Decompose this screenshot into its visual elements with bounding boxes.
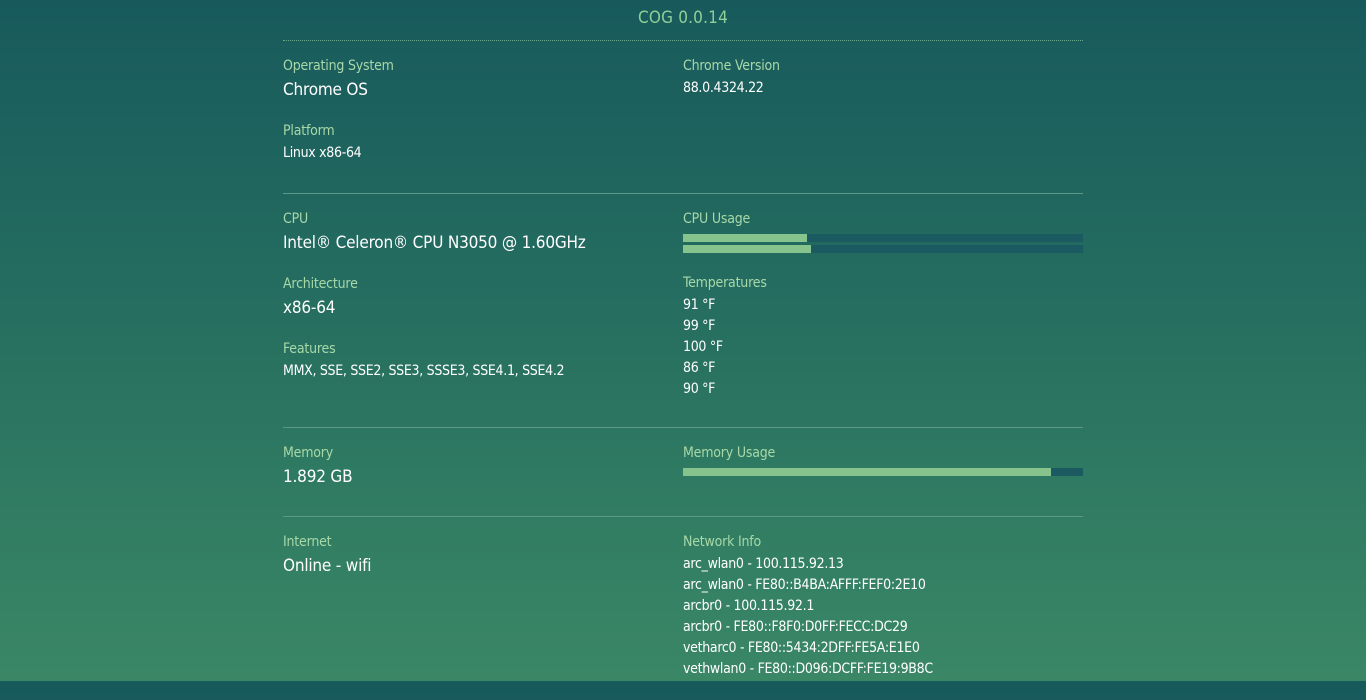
system-right-column: Chrome Version 88.0.4324.22 [683,58,1083,193]
features-field: Features MMX, SSE, SSE2, SSE3, SSSE3, SS… [283,341,683,380]
temperatures-field: Temperatures 91 °F 99 °F 100 °F 86 °F 90… [683,275,1083,400]
network-interface-item: arcbr0 - FE80::F8F0:D0FF:FECC:DC29 [683,619,908,635]
features-value: MMX, SSE, SSE2, SSE3, SSSE3, SSE4.1, SSE… [283,363,565,379]
internet-value: Online - wifi [283,556,372,576]
network-interface-item: vetharc0 - FE80::5434:2DFF:FE5A:E1E0 [683,640,920,656]
cpu-left-column: CPU Intel® Celeron® CPU N3050 @ 1.60GHz … [283,211,683,427]
internet-label: Internet [283,534,332,550]
system-section: Operating System Chrome OS Platform Linu… [283,41,1083,194]
temperature-item: 86 °F [683,360,716,376]
chrome-version-label: Chrome Version [683,58,780,74]
network-info-label: Network Info [683,534,762,550]
network-right-column: Network Info arc_wlan0 - 100.115.92.13 a… [683,534,1083,700]
memory-usage-field: Memory Usage [683,445,1083,476]
memory-left-column: Memory 1.892 GB [283,445,683,516]
temperatures-label: Temperatures [683,275,767,291]
network-interface-item: vethwlan0 - FE80::D096:DCFF:FE19:9B8C [683,661,933,677]
memory-value: 1.892 GB [283,467,353,487]
cpu-core-1-usage-fill [683,245,811,253]
architecture-label: Architecture [283,276,358,292]
temperature-item: 99 °F [683,318,716,334]
features-label: Features [283,341,336,357]
platform-field: Platform Linux x86-64 [283,123,683,162]
memory-section: Memory 1.892 GB Memory Usage [283,428,1083,517]
cpu-core-1-usage-bar [683,245,1083,253]
internet-field: Internet Online - wifi [283,534,683,576]
memory-label: Memory [283,445,334,461]
memory-usage-fill [683,468,1051,476]
cpu-core-0-usage-bar [683,234,1083,242]
os-label: Operating System [283,58,394,74]
cpu-core-0-usage-fill [683,234,807,242]
main-container: COG 0.0.14 Operating System Chrome OS Pl… [283,0,1083,700]
platform-label: Platform [283,123,335,139]
platform-value: Linux x86-64 [283,145,362,161]
chrome-version-value: 88.0.4324.22 [683,80,764,96]
network-section: Internet Online - wifi Network Info arc_… [283,517,1083,700]
app-title: COG 0.0.14 [283,0,1083,41]
temperature-item: 91 °F [683,297,716,313]
cpu-right-column: CPU Usage Temperatures 91 °F 99 °F 100 °… [683,211,1083,427]
chrome-version-field: Chrome Version 88.0.4324.22 [683,58,1083,97]
cpu-label: CPU [283,211,309,227]
memory-usage-bar [683,468,1083,476]
network-info-field: Network Info arc_wlan0 - 100.115.92.13 a… [683,534,1083,680]
network-interface-item: arcbr0 - 100.115.92.1 [683,598,815,614]
memory-field: Memory 1.892 GB [283,445,683,487]
memory-usage-label: Memory Usage [683,445,776,461]
architecture-value: x86-64 [283,298,336,318]
cpu-section: CPU Intel® Celeron® CPU N3050 @ 1.60GHz … [283,194,1083,428]
network-interface-item: arc_wlan0 - 100.115.92.13 [683,556,844,572]
temperature-item: 100 °F [683,339,723,355]
cpu-usage-label: CPU Usage [683,211,751,227]
memory-right-column: Memory Usage [683,445,1083,516]
cpu-usage-field: CPU Usage [683,211,1083,253]
system-left-column: Operating System Chrome OS Platform Linu… [283,58,683,193]
temperature-item: 90 °F [683,381,716,397]
cpu-value: Intel® Celeron® CPU N3050 @ 1.60GHz [283,233,586,253]
network-interface-item: arc_wlan0 - FE80::B4BA:AFFF:FEF0:2E10 [683,577,926,593]
cpu-field: CPU Intel® Celeron® CPU N3050 @ 1.60GHz [283,211,683,253]
os-field: Operating System Chrome OS [283,58,683,100]
architecture-field: Architecture x86-64 [283,276,683,318]
network-left-column: Internet Online - wifi [283,534,683,700]
os-value: Chrome OS [283,80,368,100]
